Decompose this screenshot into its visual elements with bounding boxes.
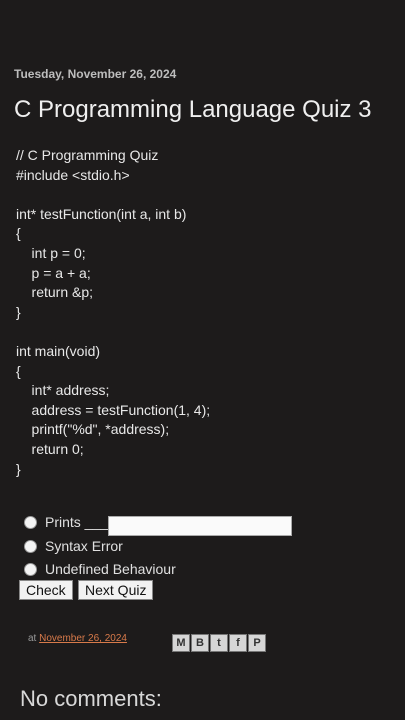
check-button[interactable]: Check [19, 580, 73, 600]
share-buttons: M B t f P [172, 634, 266, 652]
twitter-icon[interactable]: t [210, 634, 228, 652]
code-block: // C Programming Quiz #include <stdio.h>… [16, 147, 211, 477]
pinterest-icon[interactable]: P [248, 634, 266, 652]
next-quiz-button[interactable]: Next Quiz [78, 580, 154, 600]
at-label: at [28, 633, 37, 644]
answer-input[interactable] [108, 516, 292, 536]
timestamp-link[interactable]: November 26, 2024 [39, 633, 127, 644]
post-date: Tuesday, November 26, 2024 [14, 67, 177, 81]
option-label: Prints ___ [45, 514, 109, 530]
option-syntax-error[interactable]: Syntax Error [24, 538, 123, 554]
blog-icon[interactable]: B [191, 634, 209, 652]
option-label: Syntax Error [45, 538, 123, 554]
facebook-icon[interactable]: f [229, 634, 247, 652]
option-prints[interactable]: Prints ___ [24, 514, 108, 530]
radio-button[interactable] [24, 515, 37, 529]
post-footer: at November 26, 2024 [28, 633, 127, 644]
post-title: C Programming Language Quiz 3 [14, 96, 372, 123]
radio-button[interactable] [24, 562, 37, 576]
comments-heading: No comments: [20, 686, 162, 711]
email-icon[interactable]: M [172, 634, 190, 652]
radio-button[interactable] [24, 539, 37, 553]
option-label: Undefined Behaviour [45, 561, 176, 577]
option-undefined-behaviour[interactable]: Undefined Behaviour [24, 561, 176, 577]
